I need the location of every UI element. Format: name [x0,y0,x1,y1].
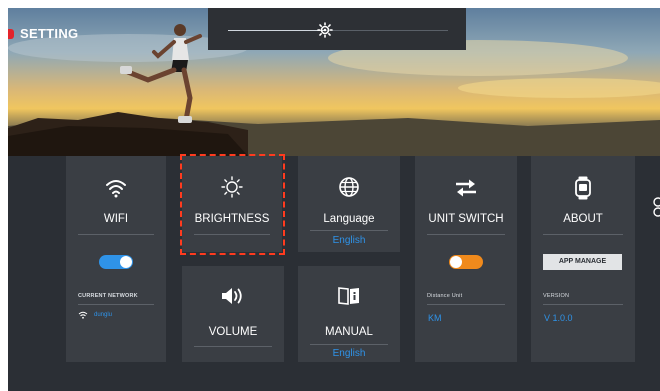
unit-switch-card[interactable]: UNIT SWITCH Distance Unit KM [415,156,517,362]
brightness-slider[interactable] [228,30,448,31]
brightness-slider-panel [208,8,466,50]
distance-unit-value: KM [428,313,442,323]
brightness-icon [316,22,333,38]
current-network-name: dunglu [94,312,113,318]
brightness-slider-fill [228,30,325,31]
distance-unit-label: Distance Unit [427,293,463,299]
title-marker [8,28,14,39]
current-network-label: CURRENT NETWORK [78,293,138,299]
wifi-label: WIFI [103,213,129,225]
about-label: ABOUT [563,213,603,225]
language-card[interactable]: Language English [298,156,400,252]
wifi-card[interactable]: WIFI CURRENT NETWORK dunglu [66,156,166,362]
book-icon [338,287,359,305]
language-value: English [332,235,366,246]
unit-toggle[interactable] [449,255,483,269]
version-value: V 1.0.0 [544,313,573,323]
volume-label: VOLUME [208,326,258,338]
version-label: VERSION [543,293,570,299]
unit-switch-label: UNIT SWITCH [428,213,504,225]
language-label: Language [323,213,375,225]
speaker-icon [222,288,242,304]
manual-card[interactable]: MANUAL English [298,266,400,362]
page-header: SETTING [8,26,78,41]
wifi-icon [106,180,126,198]
settings-screen: SETTING WIFI CURRENT NETWORK dunglu BRIG… [8,8,660,391]
wifi-toggle[interactable] [99,255,133,269]
manual-value: English [332,348,366,359]
link-icon[interactable] [652,196,660,223]
focus-highlight [180,154,285,255]
app-manage-button[interactable]: APP MANAGE [543,254,622,270]
toggle-knob [450,256,462,268]
wifi-small-icon [78,311,88,319]
swap-arrows-icon [456,179,476,197]
about-card[interactable]: ABOUT APP MANAGE VERSION V 1.0.0 [531,156,635,362]
manual-label: MANUAL [325,326,373,338]
brightness-slider-handle[interactable] [316,22,333,38]
toggle-knob [120,256,132,268]
globe-icon [339,177,359,197]
watch-icon [575,176,591,200]
current-network-row: dunglu [78,311,112,319]
volume-card[interactable]: VOLUME [182,266,284,362]
page-title: SETTING [20,26,79,41]
